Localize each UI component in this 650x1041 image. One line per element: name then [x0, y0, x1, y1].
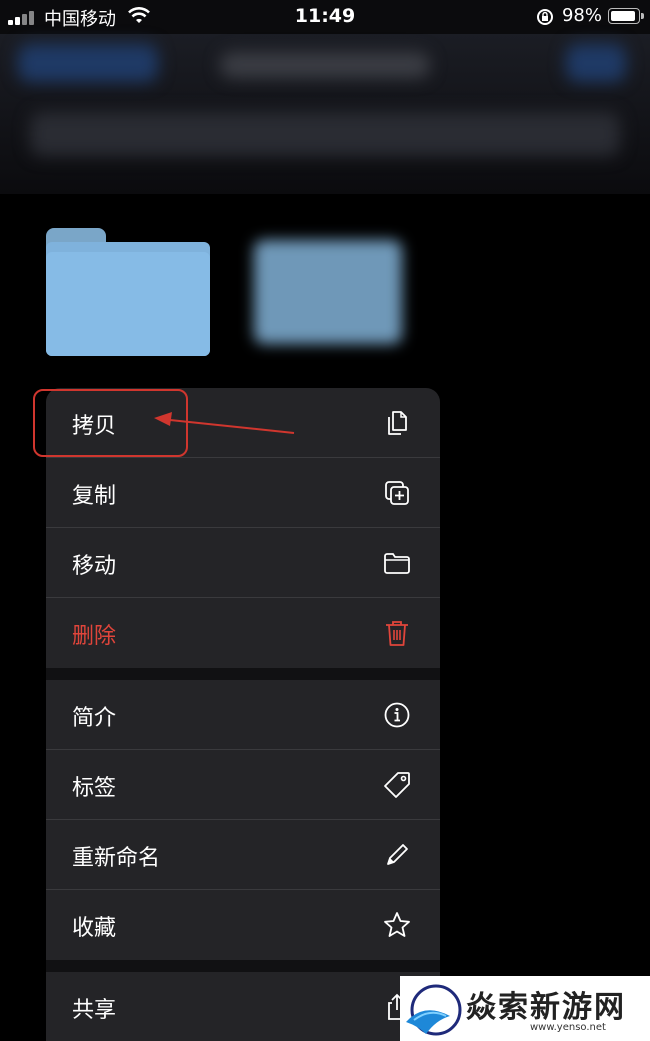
- wave-logo-icon: [406, 984, 462, 1036]
- watermark-domain: www.yenso.net: [530, 1022, 606, 1033]
- watermark-brand: 焱索新游网: [466, 990, 626, 1025]
- annotation-arrow-icon: [154, 412, 295, 434]
- watermark-logo: 焱索新游网 www.yenso.net: [400, 976, 650, 1041]
